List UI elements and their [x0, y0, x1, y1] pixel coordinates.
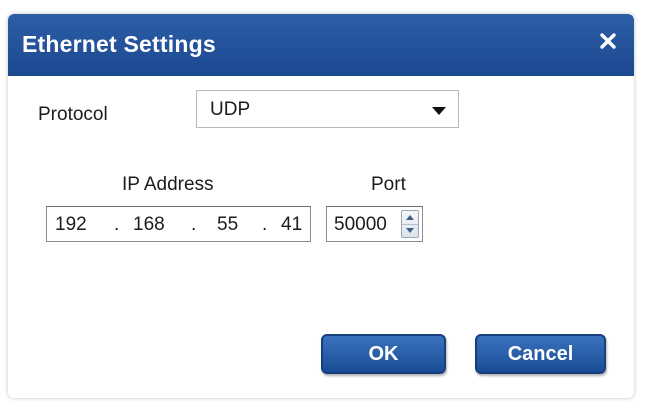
port-value[interactable]: 50000 — [334, 214, 387, 236]
ip-separator: . — [262, 214, 268, 235]
ip-address-field[interactable]: 192 . 168 . 55 . 41 — [46, 206, 311, 242]
close-button[interactable] — [596, 29, 620, 53]
ip-address-label: IP Address — [122, 174, 214, 195]
triangle-down-icon — [406, 228, 414, 233]
ip-octet-2[interactable]: 168 — [133, 214, 165, 236]
port-spinner — [401, 210, 419, 238]
ip-octet-4[interactable]: 41 — [281, 214, 302, 236]
ip-separator: . — [114, 214, 120, 235]
protocol-label: Protocol — [38, 104, 108, 125]
close-icon — [600, 33, 616, 49]
title-bar: Ethernet Settings — [8, 14, 634, 76]
protocol-select[interactable]: UDP — [196, 90, 459, 128]
ip-octet-1[interactable]: 192 — [55, 214, 87, 236]
ip-octet-3[interactable]: 55 — [217, 214, 238, 236]
ok-button[interactable]: OK — [321, 334, 446, 374]
cancel-button[interactable]: Cancel — [475, 334, 606, 374]
protocol-selected-value: UDP — [210, 99, 251, 120]
dialog-title: Ethernet Settings — [22, 31, 216, 57]
port-label: Port — [371, 174, 406, 195]
port-increment-button[interactable] — [402, 211, 418, 225]
triangle-up-icon — [406, 215, 414, 220]
ethernet-settings-dialog: Ethernet Settings Protocol UDP IP Addres… — [8, 14, 634, 398]
port-decrement-button[interactable] — [402, 224, 418, 237]
chevron-down-icon — [432, 107, 446, 115]
ip-separator: . — [191, 214, 197, 235]
port-field[interactable]: 50000 — [326, 206, 423, 242]
